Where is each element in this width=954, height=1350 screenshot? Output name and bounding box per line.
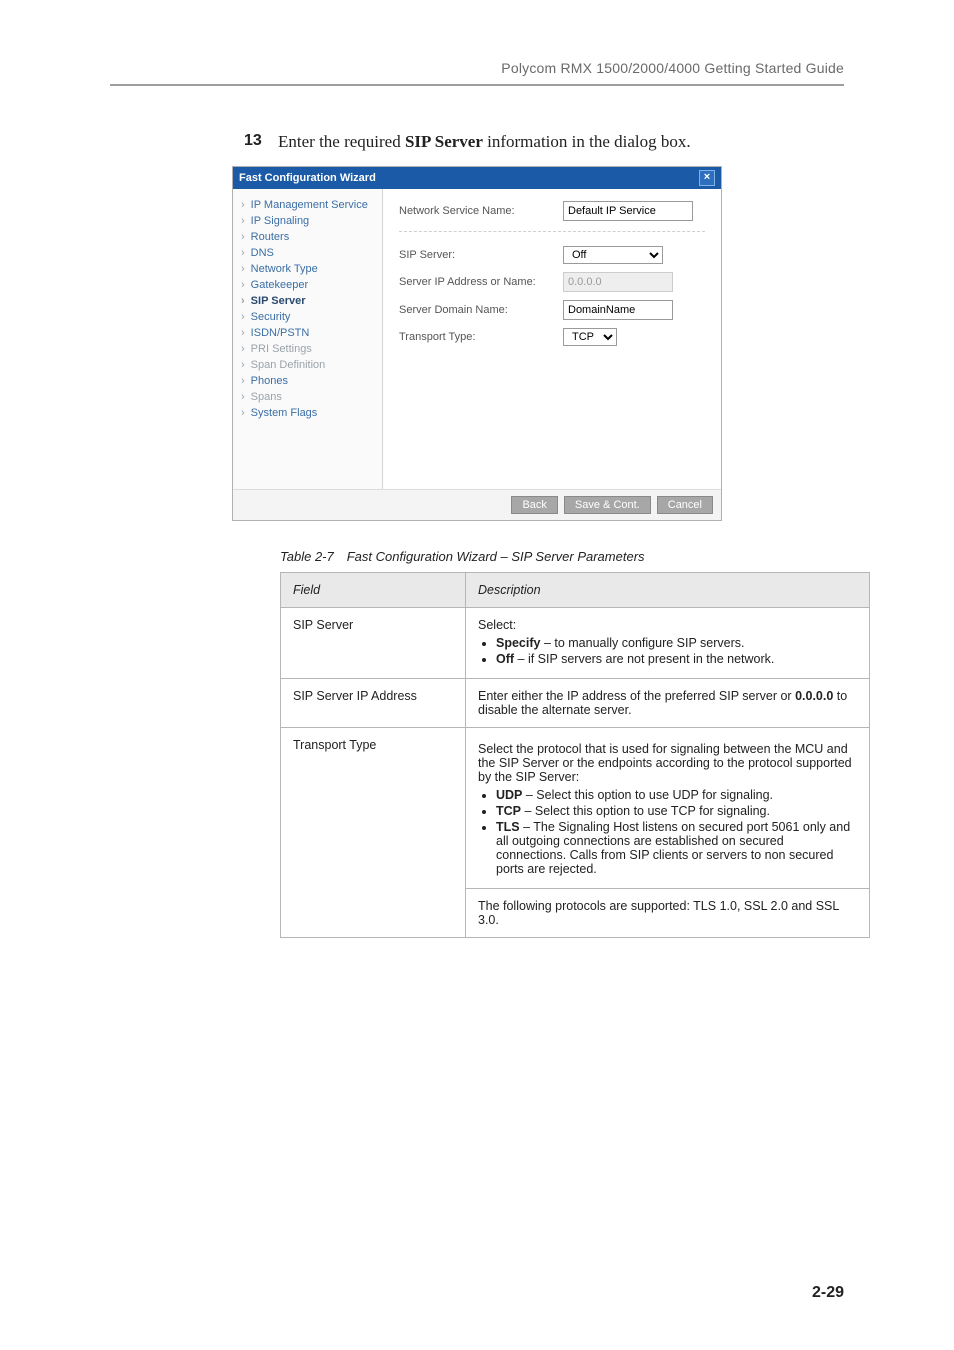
cell-field: SIP Server IP Address: [281, 679, 466, 728]
cell-desc: Enter either the IP address of the prefe…: [466, 679, 870, 728]
select-transport-type[interactable]: TCP: [563, 328, 617, 346]
sidebar-item[interactable]: › PRI Settings: [233, 341, 382, 357]
sidebar-item-label: Routers: [251, 231, 290, 243]
wizard-titlebar: Fast Configuration Wizard ×: [233, 167, 721, 189]
sidebar-item[interactable]: › Routers: [233, 229, 382, 245]
cell-field: SIP Server: [281, 608, 466, 679]
sidebar-item-label: ISDN/PSTN: [251, 327, 310, 339]
label-transport-type: Transport Type:: [399, 331, 549, 343]
cell-field: Transport Type: [281, 728, 466, 938]
sidebar-item-label: Gatekeeper: [251, 279, 308, 291]
input-server-domain-name[interactable]: [563, 300, 673, 320]
close-icon[interactable]: ×: [699, 170, 715, 186]
cell-desc: Select: Specify – to manually configure …: [466, 608, 870, 679]
cancel-button[interactable]: Cancel: [657, 496, 713, 514]
label-sip-server: SIP Server:: [399, 249, 549, 261]
wizard-sidebar: › IP Management Service › IP Signaling › Rout…: [233, 189, 383, 489]
chevron-right-icon: ›: [241, 343, 245, 355]
sidebar-item-label: IP Management Service: [251, 199, 368, 211]
chevron-right-icon: ›: [241, 311, 245, 323]
chevron-right-icon: ›: [241, 327, 245, 339]
cell-desc: Select the protocol that is used for sig…: [466, 728, 870, 889]
table-row: SIP Server IP Address Enter either the I…: [281, 679, 870, 728]
chevron-right-icon: ›: [241, 247, 245, 259]
back-button[interactable]: Back: [511, 496, 557, 514]
sidebar-item[interactable]: › ISDN/PSTN: [233, 325, 382, 341]
table-row: Transport Type Select the protocol that …: [281, 728, 870, 889]
select-sip-server[interactable]: Off: [563, 246, 663, 264]
sidebar-item-label: PRI Settings: [251, 343, 312, 355]
sidebar-item[interactable]: › IP Management Service: [233, 197, 382, 213]
chevron-right-icon: ›: [241, 199, 245, 211]
fast-config-wizard: Fast Configuration Wizard × › IP Manageme…: [232, 166, 722, 521]
wizard-main: Network Service Name: SIP Server: Off Se…: [383, 189, 721, 489]
table-header-field: Field: [281, 573, 466, 608]
chevron-right-icon: ›: [241, 375, 245, 387]
sidebar-item-label: Network Type: [251, 263, 318, 275]
sidebar-item-label: Security: [251, 311, 291, 323]
chevron-right-icon: ›: [241, 279, 245, 291]
table-header-description: Description: [466, 573, 870, 608]
save-continue-button[interactable]: Save & Cont.: [564, 496, 651, 514]
sidebar-item[interactable]: › Phones: [233, 373, 382, 389]
sidebar-item[interactable]: › Span Definition: [233, 357, 382, 373]
sidebar-item[interactable]: › IP Signaling: [233, 213, 382, 229]
sidebar-item-label: System Flags: [251, 407, 318, 419]
sidebar-item-label: Span Definition: [251, 359, 326, 371]
wizard-button-bar: Back Save & Cont. Cancel: [233, 489, 721, 520]
step-number: 13: [244, 132, 268, 150]
step-text: Enter the required SIP Server informatio…: [278, 132, 691, 152]
label-server-domain-name: Server Domain Name:: [399, 304, 549, 316]
sidebar-item-label: DNS: [251, 247, 274, 259]
sidebar-item-label: Spans: [251, 391, 282, 403]
chevron-right-icon: ›: [241, 391, 245, 403]
chevron-right-icon: ›: [241, 359, 245, 371]
sip-params-table: Field Description SIP Server Select: Spe…: [280, 572, 870, 938]
table-row: SIP Server Select: Specify – to manually…: [281, 608, 870, 679]
chevron-right-icon: ›: [241, 263, 245, 275]
cell-desc: The following protocols are supported: T…: [466, 889, 870, 938]
wizard-title: Fast Configuration Wizard: [239, 172, 376, 184]
running-header: Polycom RMX 1500/2000/4000 Getting Start…: [110, 60, 844, 76]
table-caption: Table 2-7 Fast Configuration Wizard – SI…: [280, 549, 844, 564]
chevron-right-icon: ›: [241, 407, 245, 419]
page-number: 2-29: [812, 1284, 844, 1302]
sidebar-item-label: IP Signaling: [251, 215, 310, 227]
label-network-service-name: Network Service Name:: [399, 205, 549, 217]
header-rule: [110, 84, 844, 86]
sidebar-item[interactable]: › Security: [233, 309, 382, 325]
chevron-right-icon: ›: [241, 231, 245, 243]
input-server-ip-or-name: [563, 272, 673, 292]
input-network-service-name[interactable]: [563, 201, 693, 221]
step-13: 13 Enter the required SIP Server informa…: [244, 132, 844, 152]
chevron-right-icon: ›: [241, 215, 245, 227]
sidebar-item-label: SIP Server: [251, 295, 306, 307]
sidebar-item[interactable]: › Network Type: [233, 261, 382, 277]
sidebar-item-label: Phones: [251, 375, 288, 387]
chevron-right-icon: ›: [241, 295, 245, 307]
sidebar-item[interactable]: › System Flags: [233, 405, 382, 421]
sidebar-item[interactable]: › Spans: [233, 389, 382, 405]
sidebar-item[interactable]: › DNS: [233, 245, 382, 261]
sidebar-item[interactable]: › Gatekeeper: [233, 277, 382, 293]
label-server-ip-or-name: Server IP Address or Name:: [399, 276, 549, 288]
sidebar-item[interactable]: › SIP Server: [233, 293, 382, 309]
